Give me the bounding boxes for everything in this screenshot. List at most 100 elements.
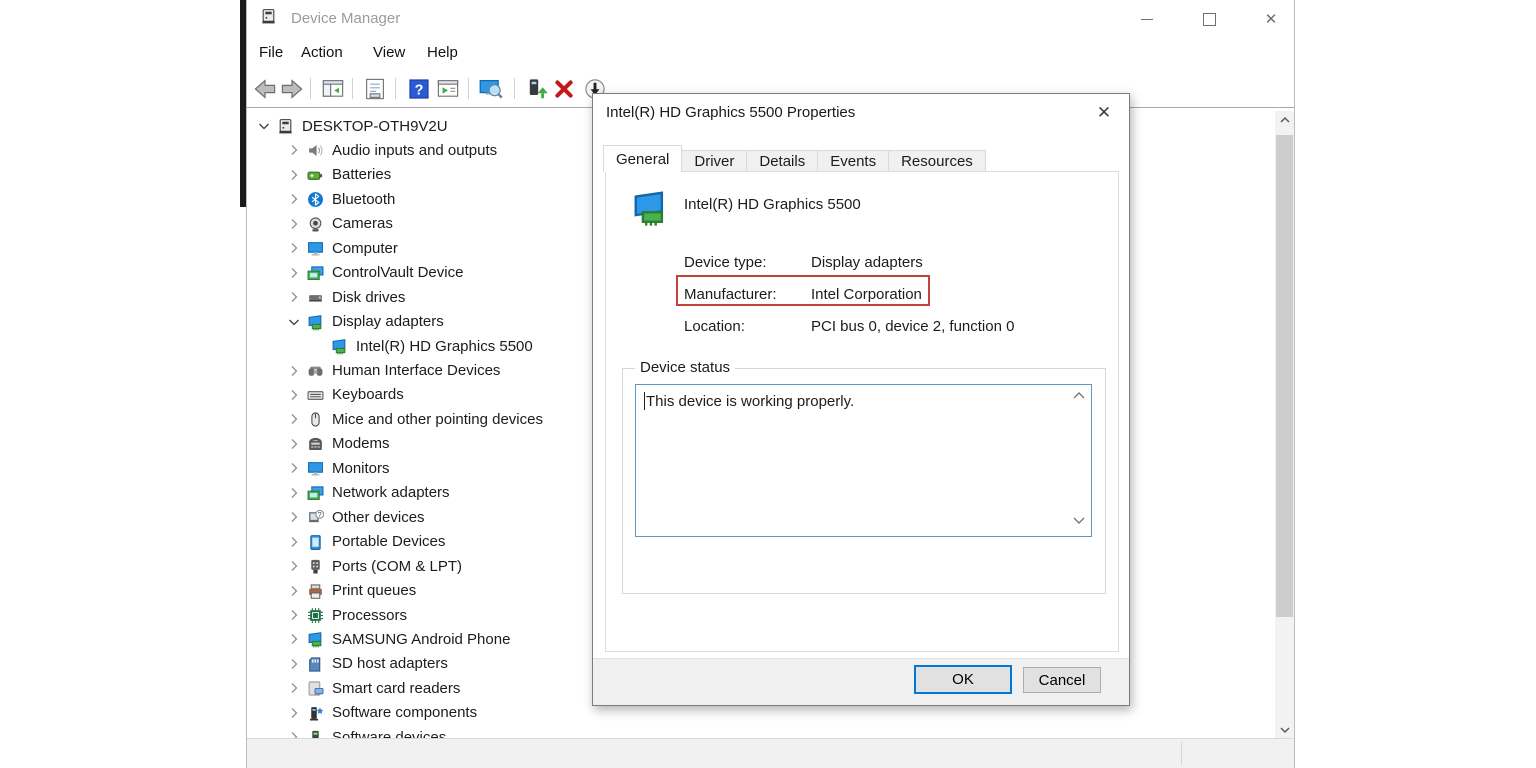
chevron-collapsed-icon[interactable]: [286, 460, 307, 476]
toolbar-separator: [395, 78, 396, 99]
text-caret: [644, 392, 645, 410]
chevron-collapsed-icon[interactable]: [286, 191, 307, 207]
textbox-scroll-down[interactable]: [1073, 517, 1087, 529]
ok-button[interactable]: OK: [914, 665, 1012, 694]
properties-icon[interactable]: [363, 77, 387, 101]
chevron-down-icon: [1280, 727, 1289, 733]
unknown-device-icon: ?: [307, 509, 324, 525]
chevron-up-icon: [1073, 392, 1085, 399]
chevron-collapsed-icon[interactable]: [286, 289, 307, 305]
help-icon[interactable]: ?: [407, 77, 431, 101]
dialog-close-button[interactable]: ✕: [1092, 101, 1116, 125]
action-list-icon[interactable]: [436, 77, 460, 101]
tab-driver[interactable]: Driver: [681, 150, 748, 172]
portable-icon: [307, 534, 324, 550]
textbox-scroll-up[interactable]: [1073, 392, 1087, 404]
status-bar: [247, 738, 1294, 768]
chevron-collapsed-icon[interactable]: [286, 583, 307, 599]
device-name: Intel(R) HD Graphics 5500: [684, 196, 861, 213]
toolbar-separator: [468, 78, 469, 99]
chevron-expanded-icon[interactable]: [286, 314, 307, 330]
minimize-icon: [1141, 18, 1153, 20]
svg-text:?: ?: [318, 510, 322, 519]
chevron-collapsed-icon[interactable]: [286, 509, 307, 525]
chevron-collapsed-icon[interactable]: [286, 363, 307, 379]
tab-general[interactable]: General: [603, 145, 683, 172]
tree-item-label: Bluetooth: [332, 190, 396, 208]
tree-item[interactable]: Software devices: [247, 725, 1275, 738]
close-button[interactable]: ✕: [1255, 4, 1287, 34]
device-field-row: Manufacturer: Intel Corporation: [684, 278, 1014, 310]
device-status-group: Device status This device is working pro…: [622, 359, 1106, 594]
tree-item-label: Computer: [332, 239, 398, 257]
display-adapter-icon: [331, 338, 348, 355]
dual-monitor-icon: [307, 265, 324, 281]
forward-arrow-icon[interactable]: [280, 77, 304, 101]
chevron-collapsed-icon[interactable]: [286, 216, 307, 232]
chevron-collapsed-icon[interactable]: [286, 411, 307, 427]
chevron-collapsed-icon[interactable]: [286, 631, 307, 647]
display-adapter-icon: [307, 314, 324, 330]
scrollbar-thumb[interactable]: [1276, 135, 1293, 617]
tree-item-label: Keyboards: [332, 386, 404, 404]
tree-item-label: Print queues: [332, 582, 417, 600]
menu-help[interactable]: Help: [427, 44, 458, 61]
device-status-textbox[interactable]: This device is working properly.: [635, 384, 1092, 537]
chevron-collapsed-icon[interactable]: [286, 680, 307, 696]
toolbar-separator: [352, 78, 353, 99]
chevron-collapsed-icon[interactable]: [286, 387, 307, 403]
chevron-collapsed-icon[interactable]: [286, 534, 307, 550]
tab-events[interactable]: Events: [817, 150, 890, 172]
tree-item-label: DESKTOP-OTH9V2U: [302, 117, 448, 135]
dialog-footer: OK Cancel: [593, 658, 1129, 705]
scroll-up-button[interactable]: [1275, 111, 1294, 128]
chevron-down-icon: [1073, 517, 1085, 524]
cancel-button[interactable]: Cancel: [1023, 667, 1101, 693]
chevron-collapsed-icon[interactable]: [286, 436, 307, 452]
scan-hardware-changes-icon[interactable]: [479, 77, 503, 101]
smart-card-icon: [307, 680, 324, 696]
menu-action[interactable]: Action: [301, 44, 343, 61]
menu-view[interactable]: View: [373, 44, 405, 61]
chevron-collapsed-icon[interactable]: [286, 729, 307, 738]
tree-item-label: Batteries: [332, 166, 392, 184]
chevron-collapsed-icon[interactable]: [286, 656, 307, 672]
tab-details[interactable]: Details: [746, 150, 819, 172]
back-arrow-icon[interactable]: [253, 77, 277, 101]
audio-icon: [307, 142, 324, 158]
field-label: Device type:: [684, 253, 767, 271]
port-icon: [307, 558, 324, 574]
tree-item-label: Smart card readers: [332, 679, 461, 697]
tab-resources[interactable]: Resources: [888, 150, 986, 172]
display-adapter-icon: [307, 631, 324, 648]
modem-icon: [307, 436, 324, 452]
software-component-icon: [307, 705, 324, 721]
update-driver-icon[interactable]: [525, 77, 549, 101]
chevron-expanded-icon[interactable]: [256, 118, 277, 134]
chevron-collapsed-icon[interactable]: [286, 705, 307, 721]
sd-card-icon: [307, 656, 324, 672]
chevron-collapsed-icon[interactable]: [286, 558, 307, 574]
screen: Device Manager ✕ File Action View Help ? DE…: [0, 0, 1536, 768]
close-icon: ✕: [1096, 103, 1112, 122]
show-console-tree-icon[interactable]: [321, 77, 345, 101]
menu-bar: File Action View Help: [247, 40, 1294, 70]
chevron-collapsed-icon[interactable]: [286, 240, 307, 256]
uninstall-device-icon[interactable]: [552, 77, 576, 101]
tab-strip: General Driver Details Events Resources: [603, 145, 986, 172]
device-field-row: Location: PCI bus 0, device 2, function 0: [684, 310, 1014, 342]
minimize-button[interactable]: [1131, 4, 1163, 34]
chevron-up-icon: [1280, 116, 1289, 122]
tree-scrollbar[interactable]: [1275, 111, 1294, 738]
tree-item-label: Human Interface Devices: [332, 362, 501, 379]
menu-file[interactable]: File: [259, 44, 283, 61]
chevron-collapsed-icon[interactable]: [286, 142, 307, 158]
scroll-down-button[interactable]: [1275, 721, 1294, 738]
chevron-collapsed-icon[interactable]: [286, 607, 307, 623]
maximize-button[interactable]: [1193, 4, 1225, 34]
field-value: Display adapters: [811, 253, 923, 271]
tree-item-label: Modems: [332, 435, 390, 453]
chevron-collapsed-icon[interactable]: [286, 167, 307, 183]
chevron-collapsed-icon[interactable]: [286, 265, 307, 281]
chevron-collapsed-icon[interactable]: [286, 485, 307, 501]
